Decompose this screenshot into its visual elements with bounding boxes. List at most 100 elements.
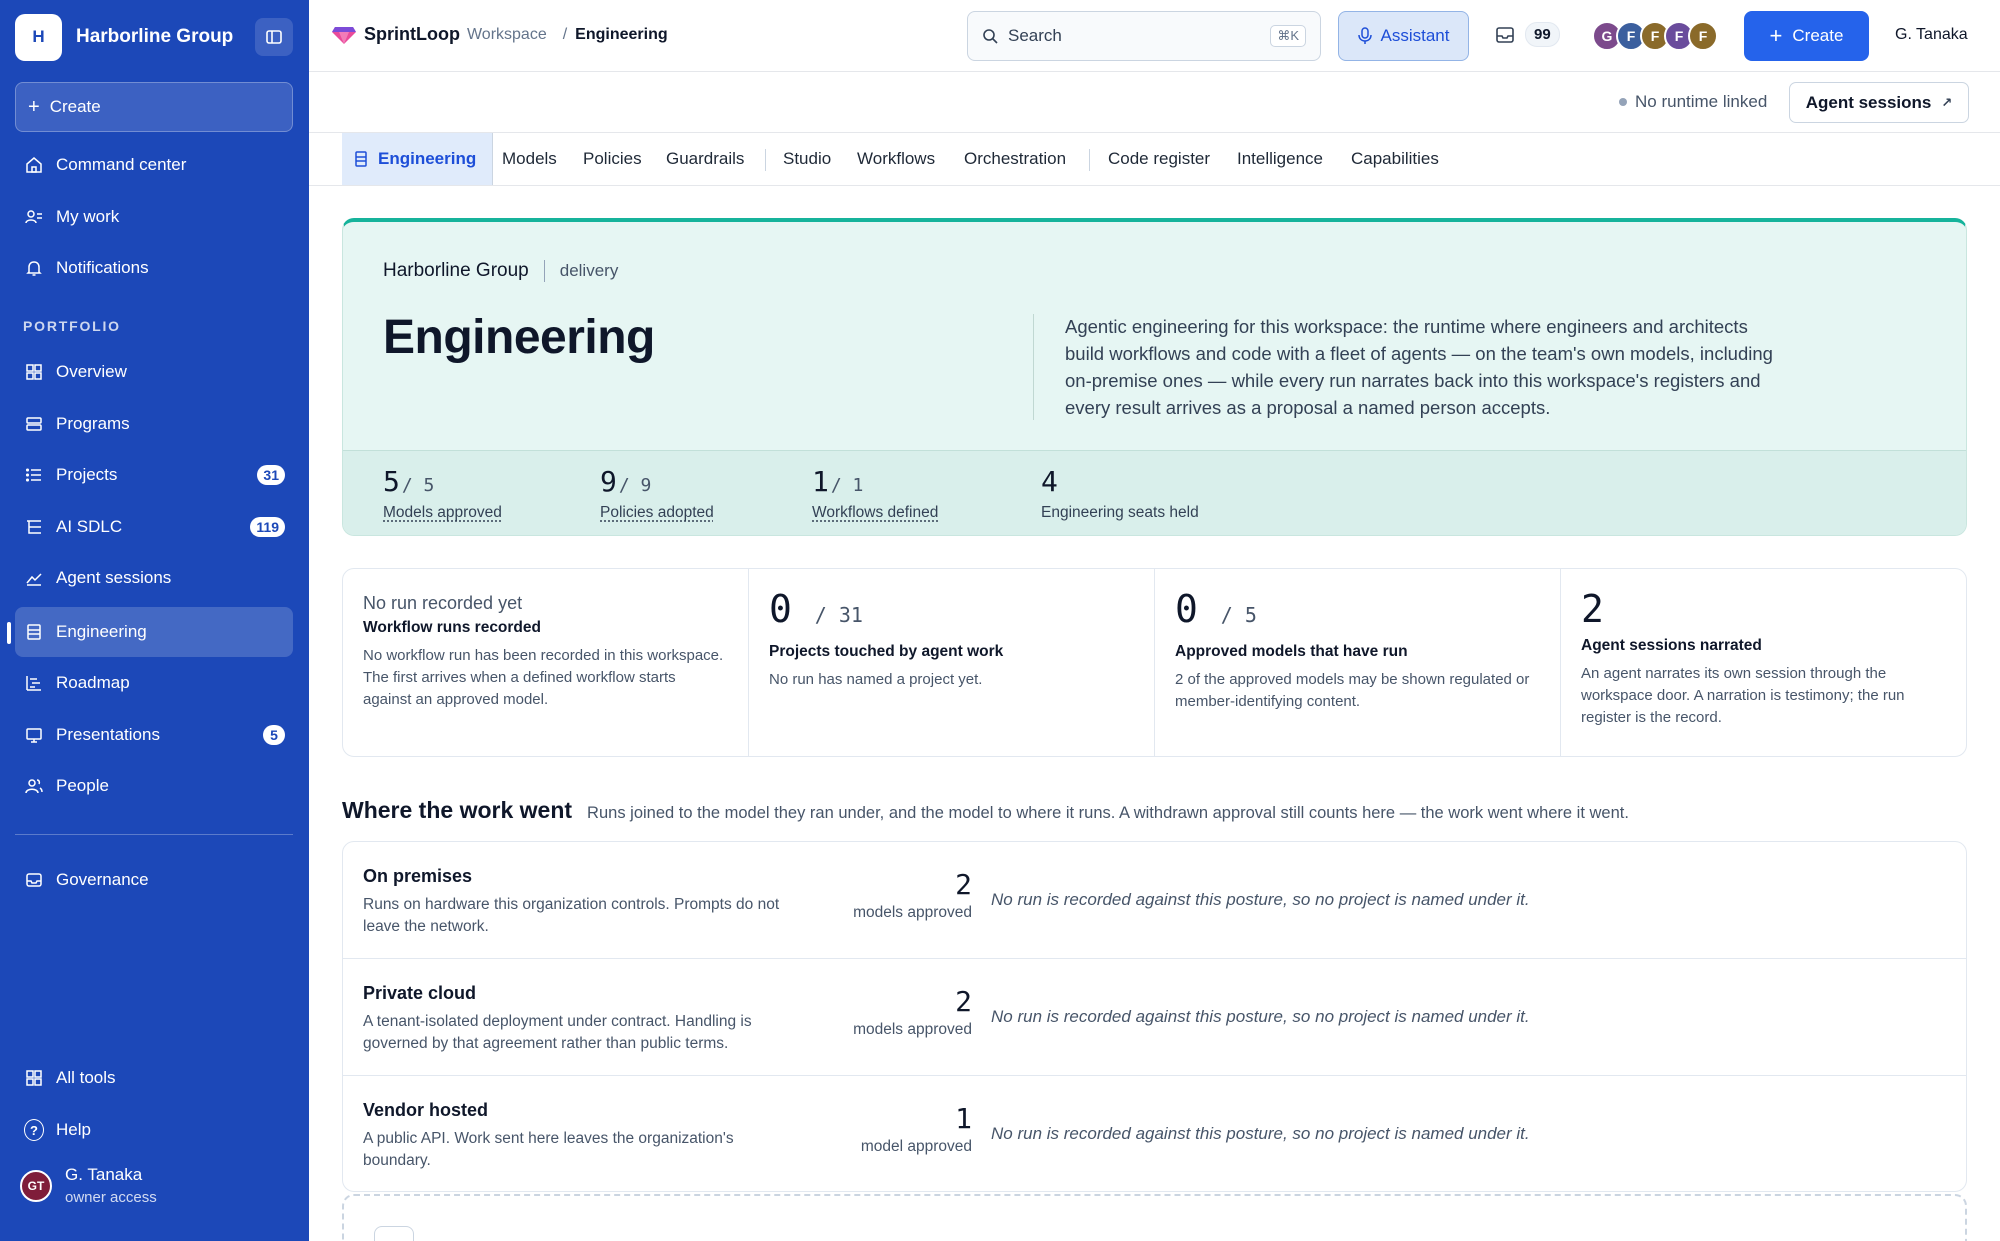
stat-label[interactable]: Policies adopted bbox=[600, 504, 714, 522]
run-summary-cards: No run recorded yet Workflow runs record… bbox=[342, 568, 1967, 757]
dropzone-icon-box bbox=[374, 1226, 414, 1241]
layers-icon bbox=[24, 414, 44, 434]
sidebar-divider bbox=[15, 834, 293, 835]
stat-label[interactable]: Workflows defined bbox=[812, 504, 938, 522]
tab-models[interactable]: Models bbox=[502, 133, 557, 185]
sidebar-item-label: Governance bbox=[56, 870, 149, 889]
tab-studio[interactable]: Studio bbox=[783, 133, 831, 185]
tab-separator bbox=[765, 149, 766, 171]
sidebar-item-label: AI SDLC bbox=[56, 517, 123, 536]
posture-count-value: 1 bbox=[955, 1102, 972, 1135]
user-role: owner access bbox=[65, 1189, 157, 1206]
sidebar-create-button[interactable]: + Create bbox=[15, 82, 293, 132]
external-arrow-icon: ↗ bbox=[1941, 94, 1953, 110]
breadcrumb: SprintLoop Workspace / Engineering bbox=[332, 24, 668, 45]
tab-engineering[interactable]: Engineering bbox=[342, 133, 494, 185]
workspace-label[interactable]: Workspace bbox=[467, 26, 547, 44]
presence-avatars[interactable]: G F F F F bbox=[1592, 21, 1718, 51]
tab-policies[interactable]: Policies bbox=[583, 133, 642, 185]
sidebar-item-label: Notifications bbox=[56, 258, 149, 277]
plus-icon: + bbox=[1769, 23, 1783, 48]
sidebar-item-engineering[interactable]: Engineering bbox=[15, 607, 293, 657]
section-title: Where the work went bbox=[342, 797, 573, 823]
projects-count-badge: 31 bbox=[257, 465, 285, 485]
status-dot-icon bbox=[1619, 98, 1627, 106]
hero-org-name: Harborline Group bbox=[383, 260, 529, 281]
section-note: Runs joined to the model they ran under,… bbox=[587, 804, 1629, 822]
tab-separator bbox=[1089, 149, 1090, 171]
stat-workflows-defined: 1/ 1 Workflows defined bbox=[812, 465, 938, 522]
sidebar-item-label: People bbox=[56, 776, 109, 795]
sidebar-item-label: Agent sessions bbox=[56, 568, 172, 587]
sidebar-collapse-button[interactable] bbox=[255, 18, 293, 56]
assistant-button[interactable]: Assistant bbox=[1338, 11, 1469, 61]
plus-icon: + bbox=[28, 96, 40, 118]
sidebar-item-agent-sessions[interactable]: Agent sessions bbox=[15, 553, 293, 603]
sidebar-item-my-work[interactable]: My work bbox=[15, 192, 293, 242]
tab-guardrails[interactable]: Guardrails bbox=[666, 133, 744, 185]
sidebar-item-roadmap[interactable]: Roadmap bbox=[15, 658, 293, 708]
user-name: G. Tanaka bbox=[65, 1165, 143, 1184]
posture-count-value: 2 bbox=[955, 868, 972, 901]
stat-label[interactable]: Models approved bbox=[383, 504, 502, 522]
org-name: Harborline Group bbox=[76, 26, 234, 47]
sidebar-item-presentations[interactable]: Presentations 5 bbox=[15, 710, 293, 760]
sidebar-item-label: Command center bbox=[56, 155, 187, 174]
breadcrumb-current: Engineering bbox=[575, 25, 668, 43]
stat-total: / 1 bbox=[830, 475, 864, 496]
posture-count-unit: model approved bbox=[860, 1138, 972, 1155]
sidebar-item-label: Projects bbox=[56, 465, 118, 484]
posture-note: No run is recorded against this posture,… bbox=[991, 1007, 1530, 1026]
org-switcher[interactable]: H Harborline Group bbox=[15, 13, 293, 61]
sidebar-item-ai-sdlc[interactable]: AI SDLC 119 bbox=[15, 502, 293, 552]
sidebar-item-programs[interactable]: Programs bbox=[15, 399, 293, 449]
panel-icon bbox=[355, 151, 367, 167]
search-icon bbox=[983, 29, 998, 44]
sidebar-item-overview[interactable]: Overview bbox=[15, 347, 293, 397]
tab-code-register[interactable]: Code register bbox=[1108, 133, 1210, 185]
sidebar-item-label: Programs bbox=[56, 414, 130, 433]
posture-description: Runs on hardware this organization contr… bbox=[363, 896, 780, 935]
stat-label: Engineering seats held bbox=[1041, 504, 1199, 521]
runtime-status-text: No runtime linked bbox=[1635, 92, 1768, 111]
search-placeholder: Search bbox=[1008, 26, 1062, 45]
tab-workflows[interactable]: Workflows bbox=[857, 133, 935, 185]
posture-description: A public API. Work sent here leaves the … bbox=[363, 1130, 734, 1169]
card-title: Agent sessions narrated bbox=[1581, 637, 1762, 654]
posture-count-unit: models approved bbox=[853, 1021, 972, 1038]
sidebar-item-command-center[interactable]: Command center bbox=[15, 140, 293, 190]
inbox-button[interactable]: 99 bbox=[1495, 22, 1560, 47]
stat-policies-adopted: 9/ 9 Policies adopted bbox=[600, 465, 714, 522]
sidebar-item-projects[interactable]: Projects 31 bbox=[15, 450, 293, 500]
tab-capabilities[interactable]: Capabilities bbox=[1351, 133, 1439, 185]
engineering-hero: Harborline Group delivery Engineering Ag… bbox=[342, 218, 1967, 536]
sidebar-item-notifications[interactable]: Notifications bbox=[15, 243, 293, 293]
grid-icon bbox=[24, 362, 44, 382]
agent-sessions-label: Agent sessions bbox=[1805, 92, 1932, 112]
user-menu[interactable]: G. Tanaka bbox=[1895, 26, 1968, 44]
posture-row-private-cloud: Private cloud A tenant-isolated deployme… bbox=[343, 959, 1966, 1076]
stat-value: 5 bbox=[383, 465, 400, 498]
stat-engineering-seats: 4 Engineering seats held bbox=[1041, 465, 1199, 522]
hero-stats: 5/ 5 Models approved 9/ 9 Policies adopt… bbox=[343, 450, 1966, 535]
tab-intelligence[interactable]: Intelligence bbox=[1237, 133, 1323, 185]
roadmap-icon bbox=[24, 673, 44, 693]
avatar[interactable]: F bbox=[1688, 21, 1718, 51]
runtime-bar: No runtime linked Agent sessions ↗ bbox=[309, 72, 2000, 132]
stat-value: 9 bbox=[600, 465, 617, 498]
sidebar-item-all-tools[interactable]: All tools bbox=[15, 1053, 293, 1103]
sidebar-item-people[interactable]: People bbox=[15, 761, 293, 811]
tab-orchestration[interactable]: Orchestration bbox=[964, 133, 1066, 185]
brand-name[interactable]: SprintLoop bbox=[364, 24, 460, 45]
posture-count: 1 model approved bbox=[861, 1104, 972, 1156]
posture-list: On premises Runs on hardware this organi… bbox=[342, 841, 1967, 1192]
card-title: Projects touched by agent work bbox=[769, 643, 1004, 660]
create-button[interactable]: + Create bbox=[1744, 11, 1869, 61]
search-input[interactable]: Search ⌘K bbox=[967, 11, 1321, 61]
tree-icon bbox=[24, 517, 44, 537]
sidebar-user-menu[interactable]: GT G. Tanaka owner access bbox=[20, 1165, 157, 1206]
sidebar-item-help[interactable]: ? Help bbox=[15, 1105, 293, 1155]
create-label: Create bbox=[1792, 26, 1844, 45]
sidebar-item-governance[interactable]: Governance bbox=[15, 855, 293, 905]
agent-sessions-button[interactable]: Agent sessions ↗ bbox=[1789, 82, 1969, 123]
